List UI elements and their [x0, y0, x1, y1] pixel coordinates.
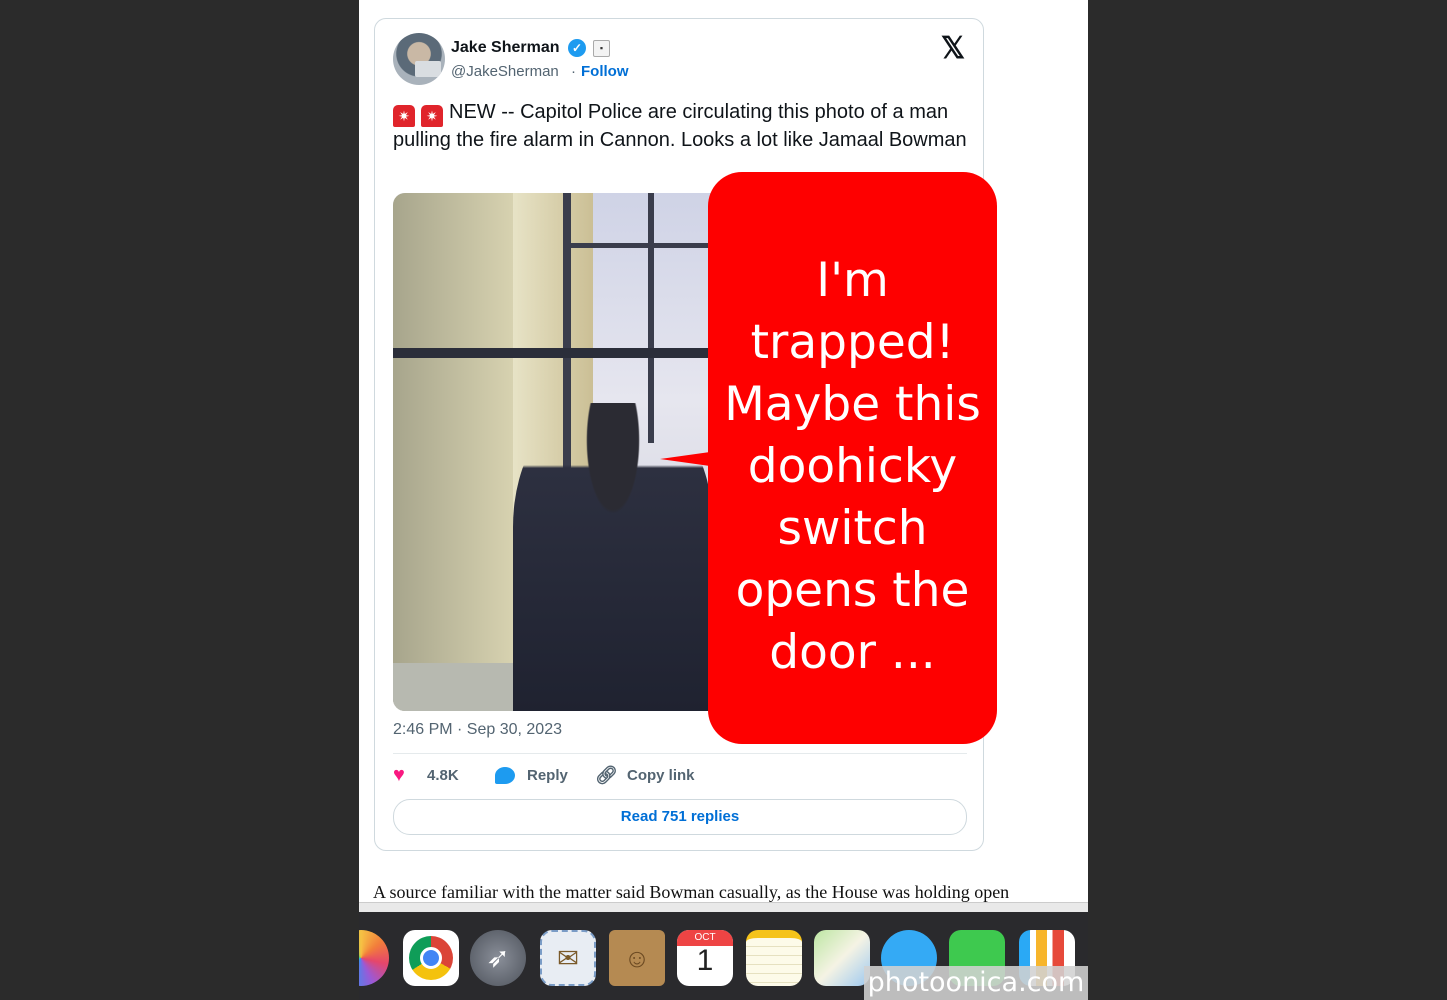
- x-logo-icon[interactable]: 𝕏: [941, 31, 965, 66]
- author-name[interactable]: Jake Sherman: [451, 39, 560, 57]
- callout-line: door ...: [769, 625, 936, 680]
- chrome-icon[interactable]: [403, 930, 459, 986]
- calendar-icon[interactable]: OCT 1: [677, 930, 733, 986]
- speech-callout: I'm trapped! Maybe this doohicky switch …: [708, 172, 997, 744]
- tweet-text: ✷ ✷ NEW -- Capitol Police are circulating …: [393, 99, 973, 154]
- article-paragraph: A source familiar with the matter said B…: [373, 882, 1010, 902]
- read-replies-button[interactable]: Read 751 replies: [393, 799, 967, 835]
- callout-line: switch: [777, 501, 928, 556]
- siren-emoji-icon: ✷: [421, 105, 443, 127]
- tweet-timestamp[interactable]: 2:46 PM · Sep 30, 2023: [393, 721, 562, 739]
- separator-dot: ·: [571, 63, 576, 80]
- callout-line: Maybe this: [724, 377, 981, 432]
- launchpad-icon[interactable]: ➶: [470, 930, 526, 986]
- photos-icon[interactable]: [359, 930, 389, 986]
- verified-badge-icon: ✓: [568, 39, 586, 57]
- scroll-edge: [359, 902, 1088, 912]
- tweet-body: NEW -- Capitol Police are circulating th…: [393, 101, 967, 151]
- callout-line: opens the: [735, 563, 970, 618]
- calendar-day: 1: [696, 944, 714, 977]
- callout-line: doohicky: [747, 439, 958, 494]
- siren-emoji-icon: ✷: [393, 105, 415, 127]
- follow-button[interactable]: Follow: [581, 63, 629, 80]
- divider: [393, 753, 967, 754]
- mail-icon[interactable]: ✉: [540, 930, 596, 986]
- link-icon: 🔗︎: [595, 765, 618, 785]
- like-count: 4.8K: [427, 767, 459, 784]
- reply-label: Reply: [527, 767, 568, 784]
- callout-line: trapped!: [750, 315, 955, 370]
- avatar[interactable]: [393, 33, 445, 85]
- affiliation-badge-icon: ▪: [593, 40, 610, 57]
- reply-bubble-icon: [495, 767, 515, 784]
- watermark: photoonica.com: [864, 966, 1088, 1000]
- copy-link-label: Copy link: [627, 767, 695, 784]
- callout-line: I'm: [816, 253, 889, 308]
- photo-person: [513, 403, 713, 711]
- author-handle[interactable]: @JakeSherman: [451, 63, 559, 80]
- notes-icon[interactable]: [746, 930, 802, 986]
- heart-icon: ♥: [393, 764, 405, 786]
- callout-tail: [660, 452, 710, 466]
- maps-icon[interactable]: [814, 930, 870, 986]
- contacts-icon[interactable]: ☺: [609, 930, 665, 986]
